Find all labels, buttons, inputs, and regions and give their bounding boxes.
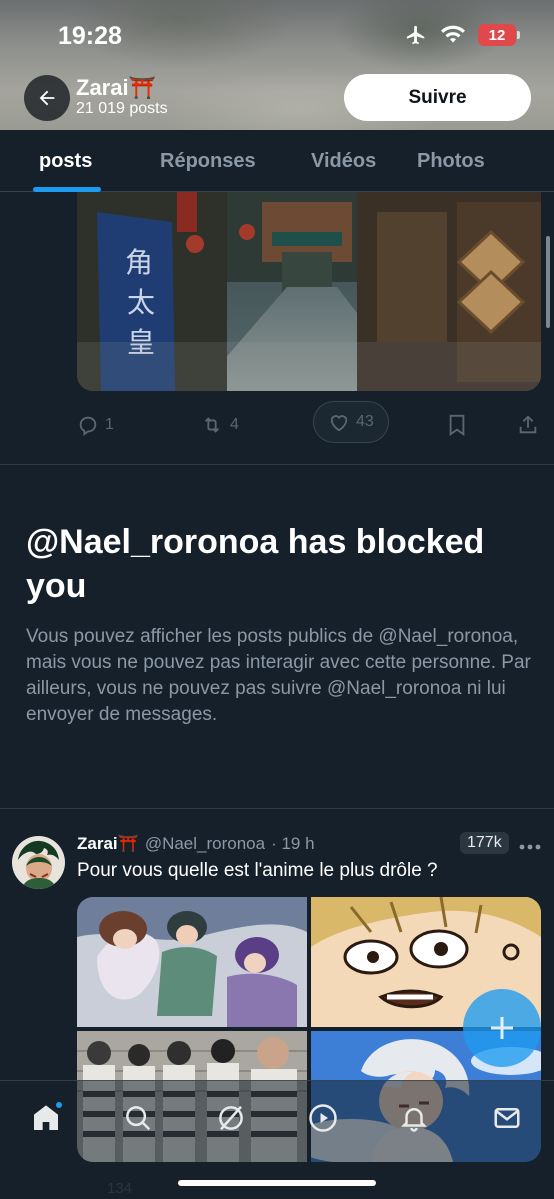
notification-dot bbox=[55, 1101, 63, 1109]
torii-gate-emoji: ⛩️ bbox=[117, 834, 139, 853]
bookmark-icon bbox=[449, 414, 465, 436]
divider bbox=[0, 808, 554, 809]
reply-icon bbox=[79, 416, 97, 436]
wifi-icon bbox=[441, 25, 465, 43]
bookmark-button[interactable] bbox=[447, 414, 467, 436]
svg-text:太: 太 bbox=[127, 286, 155, 319]
post-text: Pour vous quelle est l'anime le plus drô… bbox=[77, 860, 438, 881]
torii-gate-emoji: ⛩️ bbox=[128, 75, 156, 100]
post-header: Zarai⛩️ @Nael_roronoa · 19 h bbox=[77, 834, 315, 854]
battery-indicator: 12 bbox=[478, 24, 520, 46]
profile-name-block: Zarai⛩️ 21 019 posts bbox=[76, 76, 168, 118]
search-icon bbox=[126, 1106, 151, 1131]
post-count: 21 019 posts bbox=[76, 100, 168, 117]
nav-home[interactable] bbox=[29, 1101, 63, 1135]
repost-button[interactable]: 4 bbox=[200, 414, 239, 436]
blocked-message: Vous pouvez afficher les posts publics d… bbox=[26, 626, 531, 725]
heart-icon bbox=[330, 415, 348, 432]
status-icons: 12 bbox=[404, 24, 520, 46]
status-time: 19:28 bbox=[58, 22, 122, 50]
nav-grok[interactable] bbox=[214, 1101, 248, 1135]
nav-video[interactable] bbox=[306, 1101, 340, 1135]
repost-icon bbox=[204, 417, 220, 433]
back-button[interactable] bbox=[24, 75, 70, 121]
svg-text:角: 角 bbox=[125, 246, 153, 279]
profile-tabs: posts Réponses Vidéos Photos bbox=[0, 130, 554, 192]
reply-button[interactable]: 1 bbox=[77, 414, 114, 436]
repost-count: 4 bbox=[230, 416, 239, 433]
status-bar: 19:28 12 bbox=[0, 0, 554, 70]
nav-search[interactable] bbox=[121, 1101, 155, 1135]
compose-button[interactable] bbox=[463, 989, 541, 1067]
media-image-1[interactable] bbox=[77, 897, 307, 1027]
nav-messages[interactable] bbox=[490, 1101, 524, 1135]
share-button[interactable] bbox=[517, 414, 539, 436]
top-post-actions: 1 4 43 bbox=[77, 401, 541, 447]
rainy-street-illustration: 角 太 皇 bbox=[77, 192, 541, 391]
grok-icon bbox=[219, 1105, 243, 1131]
play-icon bbox=[309, 1104, 337, 1132]
tab-replies[interactable]: Réponses bbox=[160, 150, 256, 173]
share-icon bbox=[519, 415, 537, 434]
airplane-icon bbox=[406, 25, 425, 45]
post-author-text: Zarai bbox=[77, 834, 118, 853]
anime-bed-scene bbox=[77, 897, 307, 1027]
scrollbar[interactable] bbox=[546, 236, 550, 328]
like-count: 43 bbox=[356, 413, 374, 430]
profile-name: Zarai⛩️ bbox=[76, 76, 168, 100]
plus-icon bbox=[491, 1017, 513, 1039]
tab-videos[interactable]: Vidéos bbox=[311, 150, 376, 173]
avatar[interactable] bbox=[12, 836, 65, 889]
profile-name-text: Zarai bbox=[76, 75, 129, 100]
views-badge: 177k bbox=[460, 832, 509, 854]
follow-button[interactable]: Suivre bbox=[344, 74, 531, 121]
tab-posts[interactable]: posts bbox=[39, 150, 92, 173]
divider bbox=[0, 464, 554, 465]
more-options-button[interactable] bbox=[519, 838, 541, 856]
avatar-illustration bbox=[12, 836, 65, 889]
blocked-title: @Nael_roronoa has blocked you bbox=[26, 523, 485, 605]
post-image[interactable]: 角 太 皇 bbox=[77, 192, 541, 391]
tab-photos[interactable]: Photos bbox=[417, 150, 485, 173]
mail-icon bbox=[494, 1108, 520, 1128]
reply-count: 1 bbox=[105, 416, 114, 433]
home-indicator[interactable] bbox=[178, 1180, 376, 1186]
profile-banner: 19:28 12 Zarai⛩️ 21 019 posts Suivre bbox=[0, 0, 554, 130]
nav-notifications[interactable] bbox=[397, 1101, 431, 1135]
post-handle[interactable]: @Nael_roronoa bbox=[145, 834, 265, 854]
post-time: · 19 h bbox=[271, 834, 315, 853]
like-button[interactable]: 43 bbox=[313, 401, 389, 443]
more-icon bbox=[519, 844, 541, 850]
post-author[interactable]: Zarai⛩️ bbox=[77, 834, 139, 854]
back-arrow-icon bbox=[39, 90, 55, 106]
bell-icon bbox=[400, 1108, 428, 1132]
